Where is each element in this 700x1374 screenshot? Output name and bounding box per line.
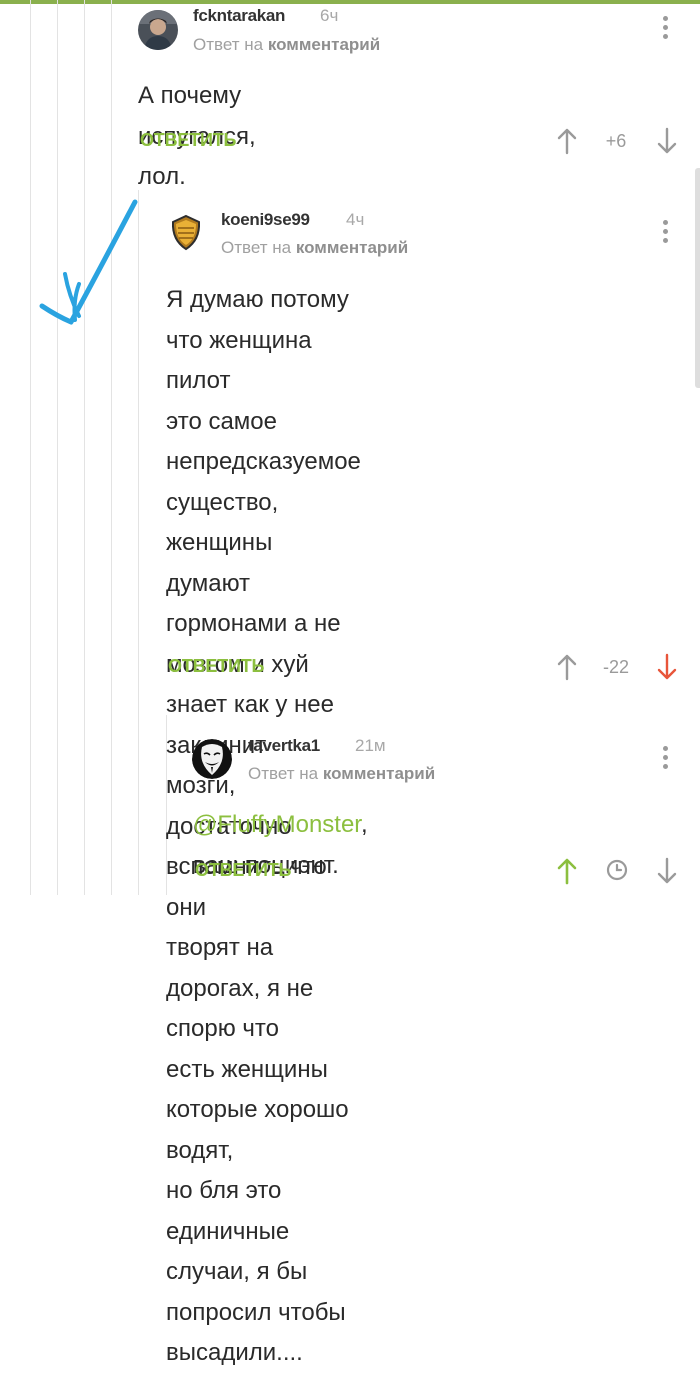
comment-text-line: есть женщины которые хорошо водят, (166, 1055, 349, 1164)
timestamp: 21м (355, 736, 386, 755)
annotation-check-icon (39, 199, 138, 325)
upvote-icon[interactable] (556, 653, 578, 681)
comment-text-line: Я думаю потому что женщина пилот (166, 286, 349, 394)
user-mention-link[interactable]: @FluffyMonster (193, 811, 361, 838)
avatar[interactable] (192, 739, 232, 779)
comment-text-line: творят на дорогах, я не спорю что (166, 934, 314, 1042)
comment-text-line: это самое непредсказуемое существо, (166, 407, 361, 516)
more-menu-icon[interactable] (661, 16, 669, 42)
reply-to-link[interactable]: комментарий (268, 35, 380, 54)
upvote-icon[interactable] (556, 127, 578, 155)
rating-score: -22 (602, 657, 629, 677)
thread-line (111, 0, 112, 895)
reply-button[interactable]: ОТВЕТИТЬ (195, 860, 291, 881)
top-accent-bar (0, 0, 700, 4)
reply-button[interactable]: ОТВЕТИТЬ (168, 656, 264, 677)
avatar[interactable] (138, 10, 178, 50)
reply-to-prefix: Ответ на (221, 238, 292, 257)
downvote-icon[interactable] (656, 127, 678, 155)
reply-to-label[interactable]: Ответ на комментарий (221, 238, 408, 258)
reply-button[interactable]: ОТВЕТИТЬ (140, 130, 236, 151)
reply-to-prefix: Ответ на (193, 35, 264, 54)
reply-to-link[interactable]: комментарий (296, 238, 408, 257)
reply-to-prefix: Ответ на (248, 764, 319, 783)
timestamp: 4ч (346, 210, 365, 229)
more-menu-icon[interactable] (661, 220, 669, 246)
reply-to-label[interactable]: Ответ на комментарий (193, 35, 380, 55)
thread-line (30, 0, 31, 895)
comment-text-line: женщины думают гормонами а не (166, 529, 341, 637)
avatar[interactable] (166, 212, 206, 252)
upvote-icon[interactable] (556, 857, 578, 885)
more-menu-icon[interactable] (661, 746, 669, 772)
timestamp: 6ч (320, 6, 339, 25)
downvote-icon[interactable] (656, 857, 678, 885)
comment-text-line: попросил чтобы высадили.... (166, 1298, 346, 1367)
rating-score: +6 (605, 131, 627, 151)
reply-to-link[interactable]: комментарий (323, 764, 435, 783)
username[interactable]: tavertka1 (248, 736, 320, 756)
clock-icon (605, 858, 629, 882)
reply-to-label[interactable]: Ответ на комментарий (248, 764, 435, 784)
downvote-icon[interactable] (656, 653, 678, 681)
username[interactable]: fckntarakan (193, 6, 285, 26)
username[interactable]: koeni9se99 (221, 210, 310, 230)
scrollbar[interactable] (695, 168, 700, 388)
comment-text-line: но бля это единичные случаи, я бы (166, 1177, 308, 1285)
thread-line (84, 0, 85, 895)
thread-line (57, 0, 58, 895)
